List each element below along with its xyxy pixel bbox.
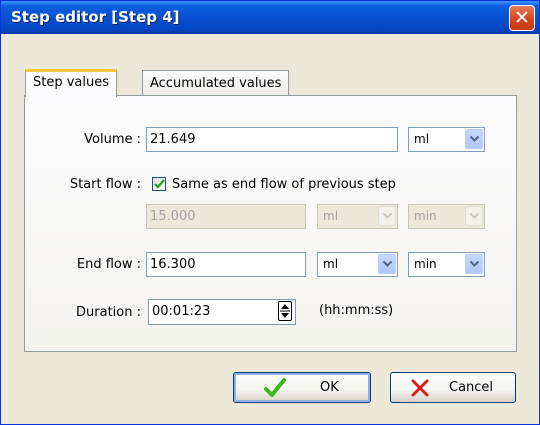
chevron-down-icon[interactable] (465, 129, 483, 149)
chevron-down-icon[interactable] (465, 254, 483, 274)
cancel-button[interactable]: Cancel (390, 372, 516, 403)
tab-step-values[interactable]: Step values (25, 69, 118, 97)
tab-accumulated-values[interactable]: Accumulated values (142, 70, 290, 97)
end-flow-time-select[interactable]: min (408, 252, 485, 277)
ok-label: OK (320, 380, 339, 395)
chevron-down-icon (378, 206, 396, 226)
cancel-label: Cancel (449, 380, 494, 395)
volume-unit-value: ml (414, 132, 430, 146)
spinner-arrows-icon (280, 304, 290, 318)
start-flow-input: 15.000 (146, 204, 306, 229)
start-flow-unit-value: ml (323, 209, 339, 223)
title-bar[interactable]: Step editor [Step 4] ✕ (1, 1, 539, 34)
volume-unit-select[interactable]: ml (408, 127, 485, 152)
checkmark-icon (154, 179, 165, 189)
x-icon (411, 379, 429, 397)
end-flow-unit-value: ml (323, 257, 339, 271)
duration-format-hint: (hh:mm:ss) (319, 303, 394, 318)
chevron-down-icon[interactable] (378, 254, 396, 274)
tab-label: Accumulated values (150, 76, 282, 91)
close-icon: ✕ (514, 7, 530, 29)
chevron-down-icon (465, 206, 483, 226)
duration-label: Duration : (76, 305, 141, 320)
tab-label: Step values (33, 75, 110, 90)
duration-input[interactable]: 00:01:23 (148, 299, 296, 325)
volume-input[interactable]: 21.649 (146, 127, 398, 152)
step-editor-dialog: Step editor [Step 4] ✕ Step values Accum… (0, 0, 540, 425)
end-flow-label: End flow : (76, 257, 141, 272)
start-flow-unit-select: ml (317, 204, 398, 229)
start-flow-label: Start flow : (69, 177, 141, 192)
end-flow-time-value: min (414, 257, 437, 271)
start-flow-time-value: min (414, 209, 437, 223)
window-title: Step editor [Step 4] (11, 8, 180, 26)
start-flow-time-select: min (408, 204, 485, 229)
ok-button[interactable]: OK (233, 372, 371, 403)
end-flow-unit-select[interactable]: ml (317, 252, 398, 277)
close-button[interactable]: ✕ (509, 5, 535, 31)
check-icon (264, 378, 286, 397)
same-as-end-flow-checkbox[interactable] (152, 177, 166, 191)
volume-label: Volume : (84, 132, 141, 147)
end-flow-input[interactable]: 16.300 (146, 252, 306, 277)
same-as-end-flow-label[interactable]: Same as end flow of previous step (172, 177, 396, 192)
duration-spinner[interactable] (278, 301, 292, 321)
